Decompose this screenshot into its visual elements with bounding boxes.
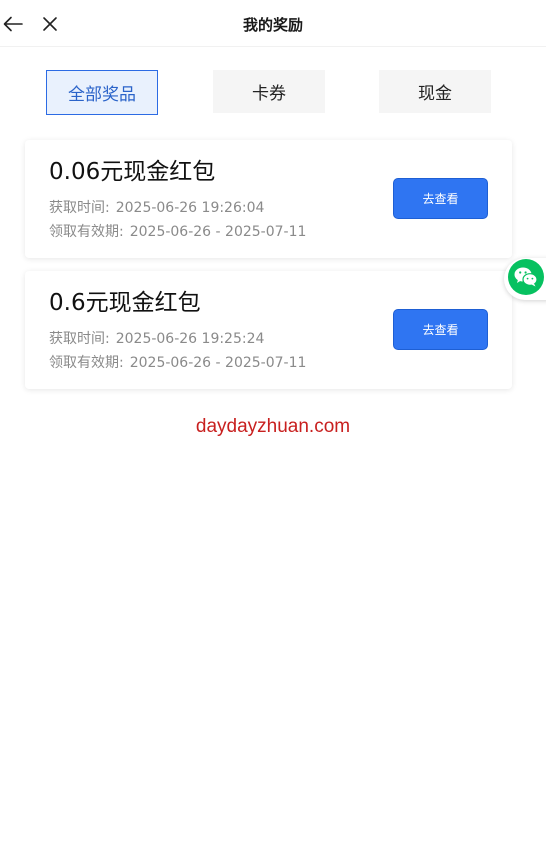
obtained-time-row: 获取时间: 2025-06-26 19:25:24 — [49, 328, 264, 348]
obtained-time-value: 2025-06-26 19:25:24 — [115, 331, 265, 347]
obtained-time-row: 获取时间: 2025-06-26 19:26:04 — [49, 197, 264, 217]
nav-header: 我的奖励 — [0, 0, 546, 47]
reward-card: 0.06元现金红包 获取时间: 2025-06-26 19:26:04 领取有效期… — [25, 140, 512, 258]
valid-period-label: 领取有效期: — [49, 224, 124, 240]
site-watermark: daydayzhuan.com — [195, 416, 351, 437]
obtained-time-label: 获取时间: — [49, 200, 110, 216]
reward-card: 0.6元现金红包 获取时间: 2025-06-26 19:25:24 领取有效期:… — [25, 271, 512, 389]
valid-period-value: 2025-06-26 - 2025-07-11 — [129, 355, 307, 371]
reward-tabs: 全部奖品 卡券 现金 — [0, 70, 546, 115]
valid-period-row: 领取有效期: 2025-06-26 - 2025-07-11 — [49, 221, 306, 241]
tab-cash[interactable]: 现金 — [379, 70, 491, 113]
reward-title: 0.6元现金红包 — [49, 290, 201, 316]
wechat-share-button[interactable] — [504, 258, 546, 300]
rewards-page: 我的奖励 全部奖品 卡券 现金 0.06元现金红包 获取时间: 2025-06-2… — [0, 0, 546, 859]
wechat-icon — [508, 259, 544, 299]
tab-all-prizes[interactable]: 全部奖品 — [46, 70, 158, 115]
obtained-time-value: 2025-06-26 19:26:04 — [115, 200, 265, 216]
tab-coupons[interactable]: 卡券 — [213, 70, 325, 113]
obtained-time-label: 获取时间: — [49, 331, 110, 347]
view-button[interactable]: 去查看 — [393, 178, 488, 219]
reward-title: 0.06元现金红包 — [49, 159, 216, 185]
valid-period-value: 2025-06-26 - 2025-07-11 — [129, 224, 307, 240]
view-button[interactable]: 去查看 — [393, 309, 488, 350]
page-title: 我的奖励 — [242, 16, 303, 34]
valid-period-label: 领取有效期: — [49, 355, 124, 371]
valid-period-row: 领取有效期: 2025-06-26 - 2025-07-11 — [49, 352, 306, 372]
